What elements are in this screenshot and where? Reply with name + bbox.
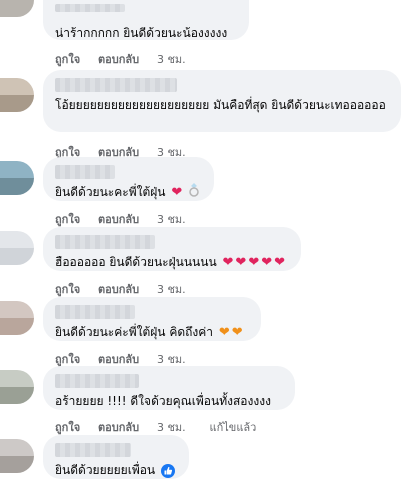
comment-text: อร้ายยยย !!!! ดีใจด้วยคุณเพื่อนทั้งสองงง… (55, 394, 271, 408)
redacted-name (55, 4, 125, 12)
redacted-name (55, 235, 155, 249)
comment-time[interactable]: 3 ชม. (157, 213, 186, 226)
comment-bubble: ฮืออออออ ยินดีด้วยนะฝุ่นนนนน ❤ ❤ ❤ ❤ ❤ (43, 227, 301, 271)
red-heart-icon: ❤ (222, 254, 234, 270)
like-link[interactable]: ถูกใจ (55, 53, 80, 66)
comment-actions: ถูกใจ ตอบกลับ 3 ชม. (55, 280, 200, 298)
like-link[interactable]: ถูกใจ (55, 213, 80, 226)
comment-actions: ถูกใจ ตอบกลับ 3 ชม. แก้ไขแล้ว (55, 418, 270, 436)
comment-actions: ถูกใจ ตอบกลับ 3 ชม. (55, 210, 200, 228)
red-heart-icon: ❤ (261, 254, 273, 270)
reply-link[interactable]: ตอบกลับ (98, 421, 139, 434)
like-link[interactable]: ถูกใจ (55, 421, 80, 434)
avatar[interactable] (0, 370, 34, 404)
reply-link[interactable]: ตอบกลับ (98, 53, 139, 66)
orange-heart-icon: ❤ (218, 324, 230, 340)
avatar[interactable] (0, 161, 34, 195)
comment-text: ยินดีด้วยยยยยเพื่อน (55, 461, 177, 479)
redacted-name (55, 305, 135, 319)
comment-text: ยินดีด้วยนะคะพี่ใต้ฝุ่น ❤ (55, 183, 202, 202)
comment-text: ฮืออออออ ยินดีด้วยนะฝุ่นนนนน ❤ ❤ ❤ ❤ ❤ (55, 254, 286, 270)
red-heart-icon: ❤ (235, 254, 247, 270)
red-heart-icon: ❤ (248, 254, 260, 270)
comment-bubble: ยินดีด้วยนะค่ะพี่ใต้ฝุ่น คิดถึงค่า ❤ ❤ (43, 297, 261, 341)
edited-label[interactable]: แก้ไขแล้ว (210, 421, 257, 434)
comment-text: ยินดีด้วยนะค่ะพี่ใต้ฝุ่น คิดถึงค่า ❤ ❤ (55, 324, 243, 340)
avatar[interactable] (0, 231, 34, 265)
avatar[interactable] (0, 0, 34, 17)
redacted-name (55, 443, 131, 457)
red-heart-icon: ❤ (274, 254, 286, 270)
comment-bubble: ยินดีด้วยนะคะพี่ใต้ฝุ่น ❤ (43, 157, 214, 201)
comment-bubble: น่าร้ากกกกก ยินดีด้วยนะน้องงงงง (43, 0, 249, 40)
redacted-name (55, 374, 139, 388)
comment-time[interactable]: 3 ชม. (157, 283, 186, 296)
comment-time[interactable]: 3 ชม. (157, 421, 186, 434)
reply-link[interactable]: ตอบกลับ (98, 213, 139, 226)
like-reaction-icon[interactable] (160, 463, 175, 478)
comment-actions: ถูกใจ ตอบกลับ 3 ชม. (55, 50, 200, 68)
avatar[interactable] (0, 301, 34, 335)
comment-text: น่าร้ากกกกก ยินดีด้วยนะน้องงงงง (55, 26, 228, 40)
comment-text: โอ้ยยยยยยยยยยยยยยยยยยยย มันคือที่สุด ยิน… (55, 98, 386, 112)
comment-time[interactable]: 3 ชม. (157, 53, 186, 66)
orange-heart-icon: ❤ (231, 324, 243, 340)
like-link[interactable]: ถูกใจ (55, 353, 80, 366)
ring-icon (188, 183, 200, 202)
comment-time[interactable]: 3 ชม. (157, 353, 186, 366)
reply-link[interactable]: ตอบกลับ (98, 353, 139, 366)
like-link[interactable]: ถูกใจ (55, 283, 80, 296)
avatar[interactable] (0, 78, 34, 112)
comment-bubble: อร้ายยยย !!!! ดีใจด้วยคุณเพื่อนทั้งสองงง… (43, 366, 295, 410)
red-heart-icon: ❤ (171, 184, 183, 200)
avatar[interactable] (0, 439, 34, 473)
redacted-name (55, 165, 115, 179)
comment-bubble: ยินดีด้วยยยยยเพื่อน (43, 435, 189, 479)
comment-bubble: โอ้ยยยยยยยยยยยยยยยยยยยย มันคือที่สุด ยิน… (43, 70, 401, 132)
reply-link[interactable]: ตอบกลับ (98, 283, 139, 296)
redacted-name (55, 78, 177, 92)
